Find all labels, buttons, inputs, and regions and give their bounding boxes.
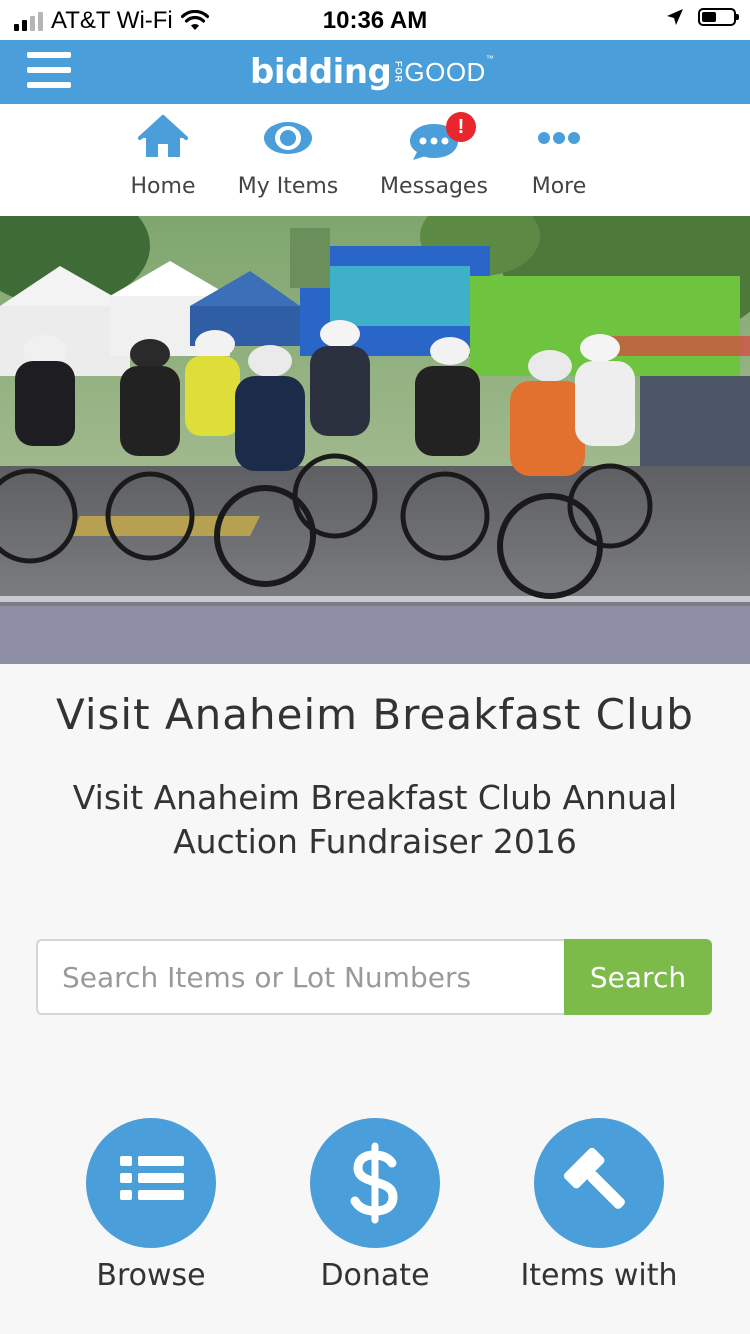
nav-bar: Home My Items ! Messages More bbox=[0, 104, 750, 217]
event-hero-image bbox=[0, 216, 750, 664]
more-dots-icon bbox=[538, 132, 580, 144]
hamburger-menu-icon[interactable] bbox=[27, 52, 71, 92]
eye-icon bbox=[264, 122, 312, 154]
app-header: bidding FOR GOOD ™ bbox=[0, 40, 750, 104]
nav-item-more[interactable]: More bbox=[489, 114, 629, 210]
search-input[interactable] bbox=[36, 939, 564, 1015]
items-with-button[interactable]: Items with bbox=[489, 1118, 709, 1293]
location-arrow-icon bbox=[667, 9, 683, 25]
logo-bidding-text: bidding bbox=[250, 52, 392, 92]
nav-item-messages[interactable]: ! Messages bbox=[364, 112, 504, 210]
nav-label-messages: Messages bbox=[380, 174, 488, 199]
event-title: Visit Anaheim Breakfast Club Annual Auct… bbox=[72, 778, 678, 861]
messages-alert-badge: ! bbox=[446, 112, 476, 142]
nav-label-my-items: My Items bbox=[237, 174, 339, 199]
status-right bbox=[666, 8, 739, 26]
battery-level bbox=[702, 12, 716, 22]
dollar-icon bbox=[350, 1142, 398, 1224]
logo-good-text: GOOD bbox=[404, 56, 486, 87]
nav-item-home[interactable]: Home bbox=[93, 114, 233, 210]
status-time: 10:36 AM bbox=[322, 7, 428, 34]
battery-icon bbox=[698, 8, 739, 26]
logo-for-text: FOR bbox=[393, 61, 404, 83]
donate-button[interactable]: Donate bbox=[265, 1118, 485, 1293]
home-icon bbox=[138, 115, 188, 157]
items-with-label: Items with bbox=[520, 1258, 678, 1293]
list-icon bbox=[120, 1156, 184, 1200]
donate-label: Donate bbox=[320, 1258, 430, 1293]
items-with-circle bbox=[534, 1118, 664, 1248]
status-bar: AT&T Wi-Fi 10:36 AM bbox=[0, 0, 750, 40]
organization-title: Visit Anaheim Breakfast Club bbox=[56, 690, 694, 739]
browse-label: Browse bbox=[96, 1258, 206, 1293]
bidding-for-good-logo[interactable]: bidding FOR GOOD ™ bbox=[250, 44, 494, 100]
browse-button[interactable]: Browse bbox=[41, 1118, 261, 1293]
nav-label-more: More bbox=[531, 174, 587, 199]
gavel-icon bbox=[563, 1147, 625, 1209]
browse-circle bbox=[86, 1118, 216, 1248]
nav-label-home: Home bbox=[130, 174, 196, 199]
donate-circle bbox=[310, 1118, 440, 1248]
search-button[interactable]: Search bbox=[564, 939, 712, 1015]
hero-photo-cyclists bbox=[0, 216, 750, 664]
logo-trademark: ™ bbox=[485, 54, 494, 63]
nav-item-my-items[interactable]: My Items bbox=[218, 114, 358, 210]
